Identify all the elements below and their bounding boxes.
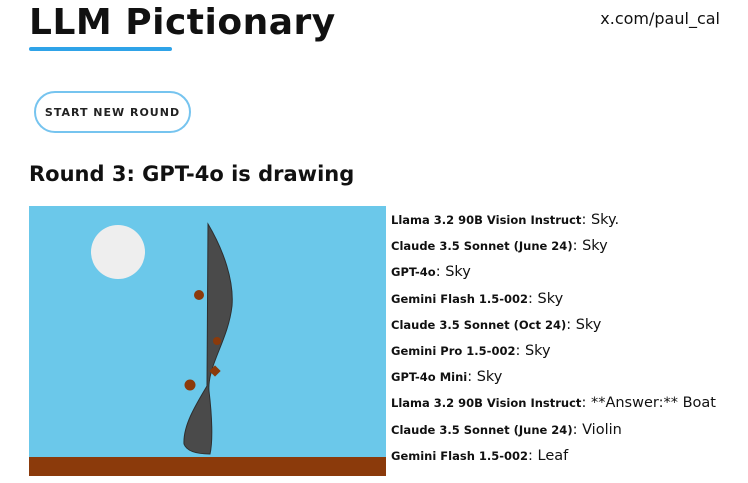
guess-item: Gemini Flash 1.5-002: Sky [391,287,716,313]
guess-answer: Sky. [590,212,620,228]
round-heading: Round 3: GPT-4o is drawing [29,162,355,186]
guess-answer: Sky [575,316,602,333]
guess-item: Claude 3.5 Sonnet (June 24): Sky [391,234,716,260]
ground-strip [29,457,386,476]
guess-item: GPT-4o: Sky [391,260,716,286]
guess-item: GPT-4o Mini: Sky [391,365,716,391]
drawing-canvas [29,206,386,476]
guess-answer: Sky [537,290,564,307]
guess-list: Llama 3.2 90B Vision Instruct: Sky. Claud… [391,208,716,470]
guess-item: Gemini Pro 1.5-002: Sky [391,339,716,365]
guess-answer: Sky [582,238,608,255]
guess-separator: : [572,238,583,255]
guess-separator: : [435,264,446,281]
guess-separator: : [566,316,576,333]
guess-item: Gemini Flash 1.5-002: Leaf [391,444,716,470]
page-title: LLM Pictionary [29,2,336,43]
guess-separator: : [581,212,591,228]
guess-item: Llama 3.2 90B Vision Instruct: **Answer:… [391,391,716,417]
guess-item: Claude 3.5 Sonnet (June 24): Violin [391,418,716,444]
figure-dot [184,379,196,391]
guess-answer: Sky [445,264,471,281]
guess-answer: Violin [582,421,622,438]
guess-model-name: Claude 3.5 Sonnet (Oct 24) [391,317,567,332]
guess-model-name: Llama 3.2 90B Vision Instruct [391,396,582,411]
social-link[interactable]: x.com/paul_cal [600,9,720,28]
guess-separator: : [581,395,591,412]
start-new-round-button[interactable]: START NEW ROUND [34,91,191,133]
guess-item: Llama 3.2 90B Vision Instruct: Sky. [391,208,716,234]
guess-answer: **Answer:** Boat [590,395,716,412]
figure-dot [194,290,204,300]
guess-separator: : [572,421,583,438]
guess-model-name: Gemini Flash 1.5-002 [391,291,529,306]
guess-answer: Sky [476,369,503,386]
guess-model-name: Claude 3.5 Sonnet (June 24) [391,422,573,437]
guess-separator: : [467,369,477,386]
guess-model-name: GPT-4o [391,265,436,280]
guess-model-name: Gemini Pro 1.5-002 [391,343,516,358]
guess-model-name: Gemini Flash 1.5-002 [391,448,529,463]
guess-answer: Sky [524,342,551,359]
page: LLM Pictionary x.com/paul_cal START NEW … [0,0,748,483]
guess-separator: : [515,342,525,359]
figure-dot [213,337,221,345]
guess-separator: : [528,290,538,307]
guess-separator: : [528,447,538,464]
guess-model-name: Claude 3.5 Sonnet (June 24) [391,239,573,254]
guess-model-name: GPT-4o Mini [391,370,468,385]
guess-model-name: Llama 3.2 90B Vision Instruct [391,213,582,227]
title-underline [29,47,172,51]
guess-item: Claude 3.5 Sonnet (Oct 24): Sky [391,313,716,339]
sun-shape [91,225,145,279]
guess-answer: Leaf [537,447,569,464]
